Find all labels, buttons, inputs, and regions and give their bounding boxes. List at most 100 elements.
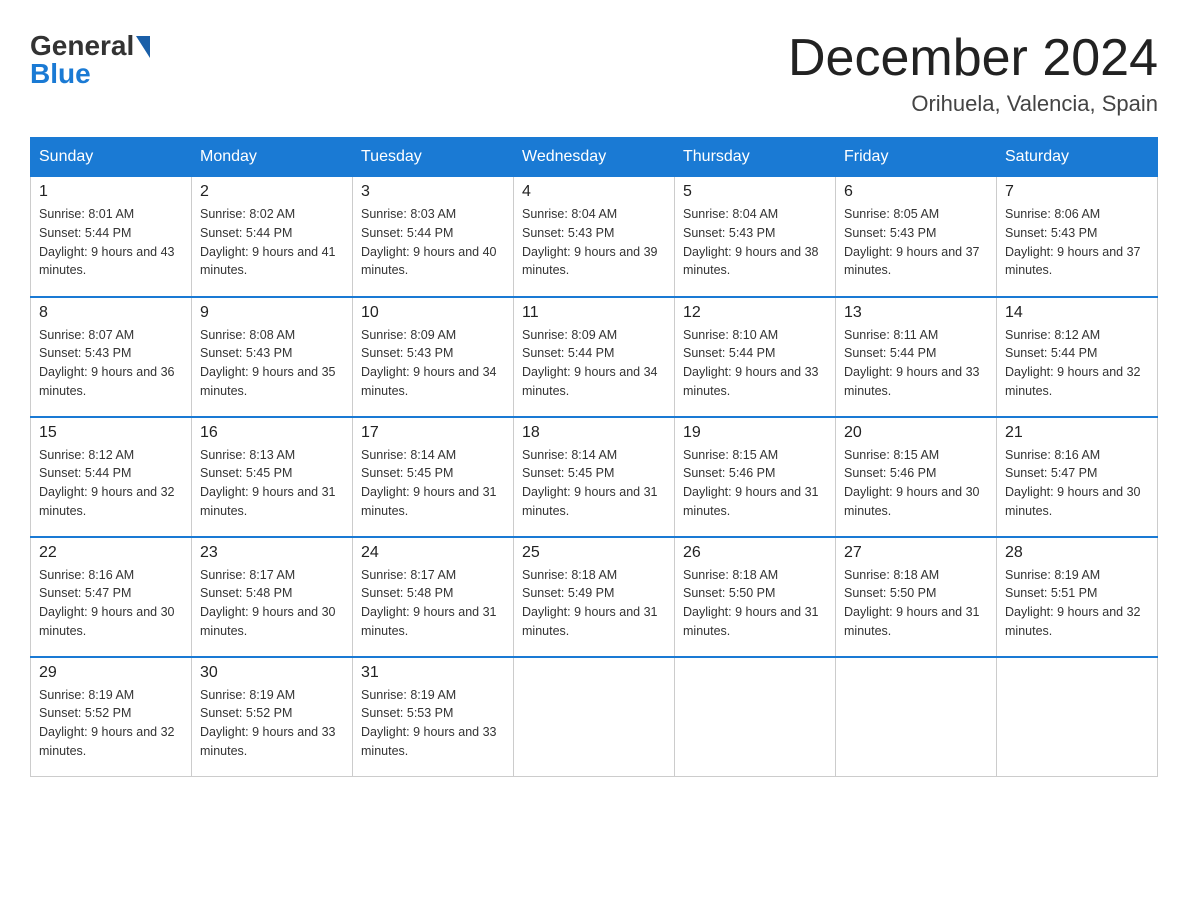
table-row: 12 Sunrise: 8:10 AM Sunset: 5:44 PM Dayl… <box>675 297 836 417</box>
day-info: Sunrise: 8:13 AM Sunset: 5:45 PM Dayligh… <box>200 446 344 521</box>
logo-blue-text: Blue <box>30 58 91 90</box>
calendar-header-row: Sunday Monday Tuesday Wednesday Thursday… <box>31 138 1158 177</box>
day-number: 1 <box>39 183 183 201</box>
header-friday: Friday <box>836 138 997 177</box>
day-info: Sunrise: 8:12 AM Sunset: 5:44 PM Dayligh… <box>39 446 183 521</box>
day-number: 10 <box>361 304 505 322</box>
day-info: Sunrise: 8:17 AM Sunset: 5:48 PM Dayligh… <box>361 566 505 641</box>
table-row: 14 Sunrise: 8:12 AM Sunset: 5:44 PM Dayl… <box>997 297 1158 417</box>
day-info: Sunrise: 8:14 AM Sunset: 5:45 PM Dayligh… <box>522 446 666 521</box>
day-info: Sunrise: 8:19 AM Sunset: 5:53 PM Dayligh… <box>361 686 505 761</box>
day-number: 8 <box>39 304 183 322</box>
day-info: Sunrise: 8:15 AM Sunset: 5:46 PM Dayligh… <box>683 446 827 521</box>
day-number: 21 <box>1005 424 1149 442</box>
calendar-table: Sunday Monday Tuesday Wednesday Thursday… <box>30 137 1158 777</box>
day-info: Sunrise: 8:04 AM Sunset: 5:43 PM Dayligh… <box>522 205 666 280</box>
table-row: 25 Sunrise: 8:18 AM Sunset: 5:49 PM Dayl… <box>514 537 675 657</box>
day-info: Sunrise: 8:15 AM Sunset: 5:46 PM Dayligh… <box>844 446 988 521</box>
day-info: Sunrise: 8:06 AM Sunset: 5:43 PM Dayligh… <box>1005 205 1149 280</box>
table-row: 27 Sunrise: 8:18 AM Sunset: 5:50 PM Dayl… <box>836 537 997 657</box>
header-monday: Monday <box>192 138 353 177</box>
day-info: Sunrise: 8:10 AM Sunset: 5:44 PM Dayligh… <box>683 326 827 401</box>
table-row: 17 Sunrise: 8:14 AM Sunset: 5:45 PM Dayl… <box>353 417 514 537</box>
table-row: 1 Sunrise: 8:01 AM Sunset: 5:44 PM Dayli… <box>31 177 192 297</box>
calendar-week-row: 15 Sunrise: 8:12 AM Sunset: 5:44 PM Dayl… <box>31 417 1158 537</box>
day-number: 12 <box>683 304 827 322</box>
day-info: Sunrise: 8:08 AM Sunset: 5:43 PM Dayligh… <box>200 326 344 401</box>
day-number: 14 <box>1005 304 1149 322</box>
table-row: 7 Sunrise: 8:06 AM Sunset: 5:43 PM Dayli… <box>997 177 1158 297</box>
calendar-week-row: 29 Sunrise: 8:19 AM Sunset: 5:52 PM Dayl… <box>31 657 1158 777</box>
table-row: 6 Sunrise: 8:05 AM Sunset: 5:43 PM Dayli… <box>836 177 997 297</box>
day-number: 11 <box>522 304 666 322</box>
day-number: 4 <box>522 183 666 201</box>
day-number: 13 <box>844 304 988 322</box>
month-title: December 2024 <box>788 30 1158 87</box>
day-info: Sunrise: 8:17 AM Sunset: 5:48 PM Dayligh… <box>200 566 344 641</box>
table-row: 10 Sunrise: 8:09 AM Sunset: 5:43 PM Dayl… <box>353 297 514 417</box>
day-info: Sunrise: 8:16 AM Sunset: 5:47 PM Dayligh… <box>1005 446 1149 521</box>
table-row <box>675 657 836 777</box>
header-saturday: Saturday <box>997 138 1158 177</box>
day-number: 9 <box>200 304 344 322</box>
table-row <box>836 657 997 777</box>
day-info: Sunrise: 8:19 AM Sunset: 5:52 PM Dayligh… <box>39 686 183 761</box>
header-tuesday: Tuesday <box>353 138 514 177</box>
day-info: Sunrise: 8:07 AM Sunset: 5:43 PM Dayligh… <box>39 326 183 401</box>
table-row: 2 Sunrise: 8:02 AM Sunset: 5:44 PM Dayli… <box>192 177 353 297</box>
table-row: 15 Sunrise: 8:12 AM Sunset: 5:44 PM Dayl… <box>31 417 192 537</box>
location-title: Orihuela, Valencia, Spain <box>788 91 1158 117</box>
title-section: December 2024 Orihuela, Valencia, Spain <box>788 30 1158 117</box>
table-row: 26 Sunrise: 8:18 AM Sunset: 5:50 PM Dayl… <box>675 537 836 657</box>
day-number: 29 <box>39 664 183 682</box>
day-info: Sunrise: 8:18 AM Sunset: 5:50 PM Dayligh… <box>683 566 827 641</box>
header-wednesday: Wednesday <box>514 138 675 177</box>
table-row: 29 Sunrise: 8:19 AM Sunset: 5:52 PM Dayl… <box>31 657 192 777</box>
day-info: Sunrise: 8:19 AM Sunset: 5:51 PM Dayligh… <box>1005 566 1149 641</box>
table-row <box>514 657 675 777</box>
day-info: Sunrise: 8:04 AM Sunset: 5:43 PM Dayligh… <box>683 205 827 280</box>
day-number: 20 <box>844 424 988 442</box>
calendar-week-row: 1 Sunrise: 8:01 AM Sunset: 5:44 PM Dayli… <box>31 177 1158 297</box>
day-info: Sunrise: 8:01 AM Sunset: 5:44 PM Dayligh… <box>39 205 183 280</box>
calendar-week-row: 22 Sunrise: 8:16 AM Sunset: 5:47 PM Dayl… <box>31 537 1158 657</box>
header-thursday: Thursday <box>675 138 836 177</box>
day-number: 28 <box>1005 544 1149 562</box>
day-number: 31 <box>361 664 505 682</box>
table-row: 30 Sunrise: 8:19 AM Sunset: 5:52 PM Dayl… <box>192 657 353 777</box>
calendar-week-row: 8 Sunrise: 8:07 AM Sunset: 5:43 PM Dayli… <box>31 297 1158 417</box>
logo-arrow-icon <box>136 36 150 58</box>
day-number: 7 <box>1005 183 1149 201</box>
table-row: 5 Sunrise: 8:04 AM Sunset: 5:43 PM Dayli… <box>675 177 836 297</box>
day-number: 26 <box>683 544 827 562</box>
day-number: 6 <box>844 183 988 201</box>
table-row: 24 Sunrise: 8:17 AM Sunset: 5:48 PM Dayl… <box>353 537 514 657</box>
table-row <box>997 657 1158 777</box>
table-row: 18 Sunrise: 8:14 AM Sunset: 5:45 PM Dayl… <box>514 417 675 537</box>
table-row: 4 Sunrise: 8:04 AM Sunset: 5:43 PM Dayli… <box>514 177 675 297</box>
table-row: 11 Sunrise: 8:09 AM Sunset: 5:44 PM Dayl… <box>514 297 675 417</box>
day-info: Sunrise: 8:18 AM Sunset: 5:49 PM Dayligh… <box>522 566 666 641</box>
table-row: 23 Sunrise: 8:17 AM Sunset: 5:48 PM Dayl… <box>192 537 353 657</box>
header-sunday: Sunday <box>31 138 192 177</box>
table-row: 22 Sunrise: 8:16 AM Sunset: 5:47 PM Dayl… <box>31 537 192 657</box>
day-number: 18 <box>522 424 666 442</box>
day-number: 15 <box>39 424 183 442</box>
day-number: 23 <box>200 544 344 562</box>
table-row: 16 Sunrise: 8:13 AM Sunset: 5:45 PM Dayl… <box>192 417 353 537</box>
table-row: 28 Sunrise: 8:19 AM Sunset: 5:51 PM Dayl… <box>997 537 1158 657</box>
day-info: Sunrise: 8:19 AM Sunset: 5:52 PM Dayligh… <box>200 686 344 761</box>
day-info: Sunrise: 8:02 AM Sunset: 5:44 PM Dayligh… <box>200 205 344 280</box>
day-number: 3 <box>361 183 505 201</box>
table-row: 19 Sunrise: 8:15 AM Sunset: 5:46 PM Dayl… <box>675 417 836 537</box>
day-info: Sunrise: 8:05 AM Sunset: 5:43 PM Dayligh… <box>844 205 988 280</box>
table-row: 20 Sunrise: 8:15 AM Sunset: 5:46 PM Dayl… <box>836 417 997 537</box>
day-info: Sunrise: 8:12 AM Sunset: 5:44 PM Dayligh… <box>1005 326 1149 401</box>
table-row: 13 Sunrise: 8:11 AM Sunset: 5:44 PM Dayl… <box>836 297 997 417</box>
table-row: 8 Sunrise: 8:07 AM Sunset: 5:43 PM Dayli… <box>31 297 192 417</box>
day-number: 22 <box>39 544 183 562</box>
day-number: 2 <box>200 183 344 201</box>
day-info: Sunrise: 8:14 AM Sunset: 5:45 PM Dayligh… <box>361 446 505 521</box>
table-row: 9 Sunrise: 8:08 AM Sunset: 5:43 PM Dayli… <box>192 297 353 417</box>
day-info: Sunrise: 8:09 AM Sunset: 5:44 PM Dayligh… <box>522 326 666 401</box>
